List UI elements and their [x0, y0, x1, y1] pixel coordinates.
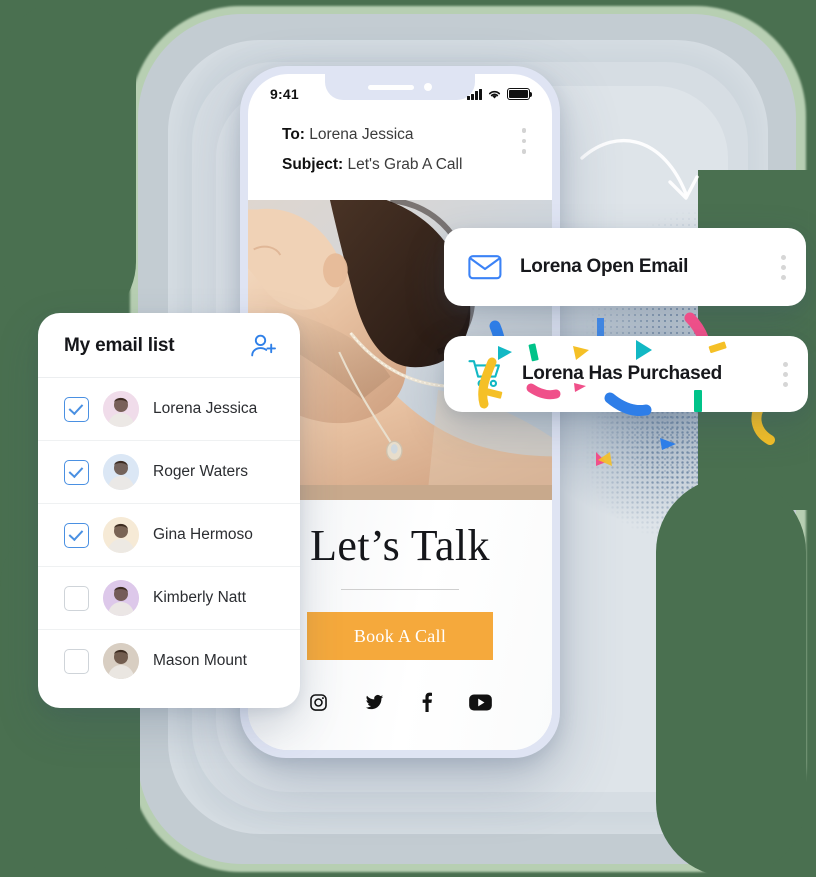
person-name: Roger Waters [153, 463, 249, 480]
corner-mask-top-left [0, 0, 136, 330]
notification-more-vertical-icon[interactable] [781, 254, 786, 280]
email-list-card: My email list Lorena Jessica Roger Waters… [38, 313, 300, 708]
mail-subject-label: Subject: [282, 156, 344, 173]
notification-label: Lorena Open Email [520, 256, 689, 277]
person-name: Kimberly Natt [153, 589, 247, 606]
checkbox-3[interactable] [64, 522, 89, 548]
status-icons [467, 88, 533, 100]
notification-label: Lorena Has Purchased [522, 363, 722, 384]
shopping-cart-icon [468, 360, 500, 388]
status-time: 9:41 [270, 86, 299, 102]
scene: 9:41 To: Lorena Jessica Subject: Let's G… [0, 0, 816, 877]
checkbox-5[interactable] [64, 648, 89, 674]
notification-open-email[interactable]: Lorena Open Email [444, 228, 806, 306]
mail-subject-value: Let's Grab A Call [347, 156, 463, 173]
battery-icon [507, 88, 533, 100]
list-item[interactable]: Lorena Jessica [38, 378, 300, 441]
person-name: Mason Mount [153, 652, 247, 669]
twitter-icon[interactable] [364, 693, 385, 712]
list-item[interactable]: Kimberly Natt [38, 567, 300, 630]
email-list-title: My email list [64, 335, 175, 356]
avatar [103, 517, 139, 553]
avatar [103, 391, 139, 427]
mail-to-value: Lorena Jessica [309, 126, 414, 143]
add-user-icon[interactable] [250, 333, 278, 359]
curved-arrow-icon [580, 138, 699, 200]
email-list-rows: Lorena Jessica Roger Waters Gina Hermoso Ki… [38, 378, 300, 708]
mail-more-vertical-icon[interactable] [521, 128, 526, 154]
list-item[interactable]: Mason Mount [38, 630, 300, 692]
checkbox-1[interactable] [64, 396, 89, 422]
instagram-icon[interactable] [309, 693, 328, 712]
facebook-icon[interactable] [421, 692, 433, 712]
avatar [103, 643, 139, 679]
signal-bars-icon [467, 88, 482, 100]
checkbox-2[interactable] [64, 459, 89, 485]
person-name: Lorena Jessica [153, 400, 258, 417]
list-item[interactable]: Gina Hermoso [38, 504, 300, 567]
mail-to-label: To: [282, 126, 305, 143]
cta-divider [341, 589, 459, 590]
avatar [103, 454, 139, 490]
list-item[interactable]: Roger Waters [38, 441, 300, 504]
book-a-call-button[interactable]: Book A Call [307, 612, 493, 660]
checkbox-4[interactable] [64, 585, 89, 611]
avatar [103, 580, 139, 616]
status-bar: 9:41 [248, 74, 552, 114]
mail-subject-line: Subject: Let's Grab A Call [282, 156, 530, 174]
mail-header: To: Lorena Jessica Subject: Let's Grab A… [248, 114, 552, 200]
person-name: Gina Hermoso [153, 526, 253, 543]
corner-mask-bottom-right [656, 477, 806, 877]
youtube-icon[interactable] [468, 693, 492, 711]
notification-purchased[interactable]: Lorena Has Purchased [444, 336, 808, 412]
notification-more-vertical-icon[interactable] [783, 361, 788, 387]
envelope-icon [468, 255, 502, 280]
email-list-header: My email list [38, 313, 300, 378]
wifi-icon [488, 90, 501, 99]
mail-to-line: To: Lorena Jessica [282, 126, 530, 144]
